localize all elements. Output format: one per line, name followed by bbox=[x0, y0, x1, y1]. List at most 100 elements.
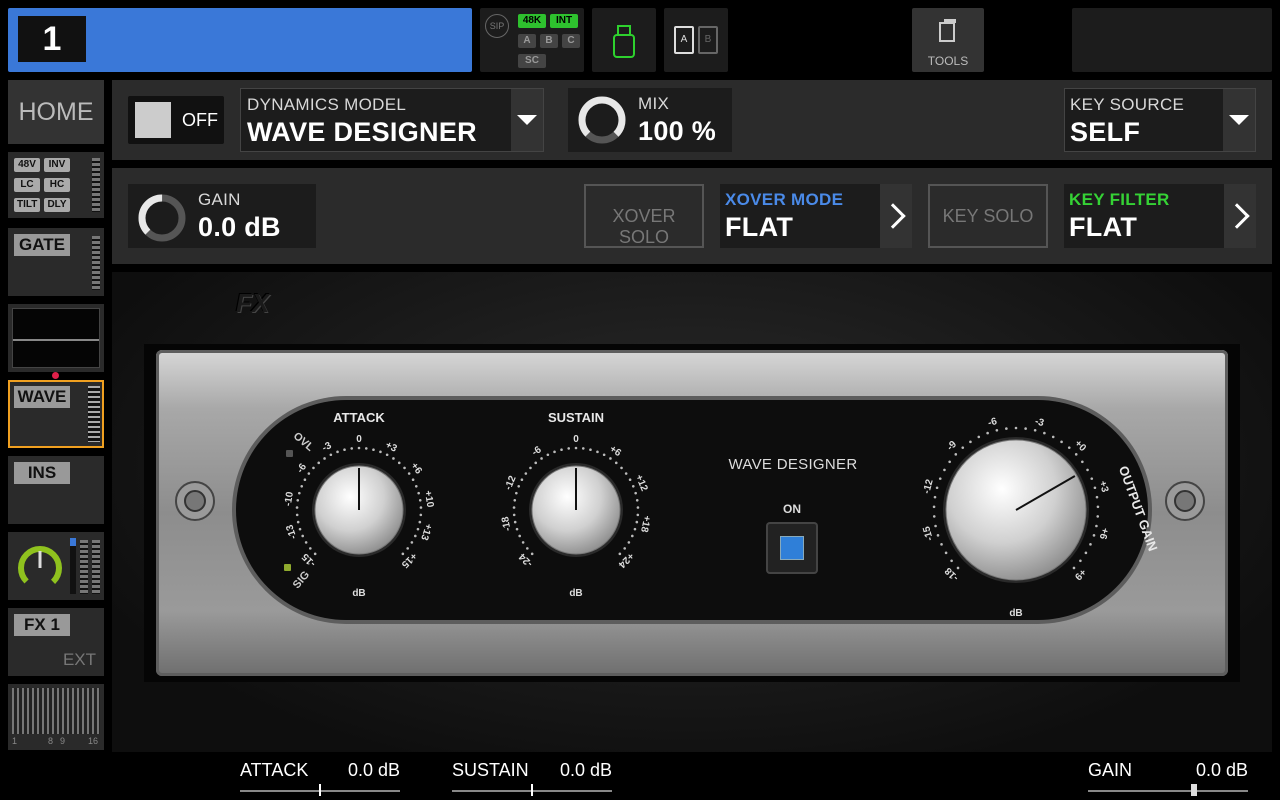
preamp-block[interactable]: 48V INV LC HC TILT DLY bbox=[8, 152, 104, 218]
comp-meter-b bbox=[80, 540, 88, 594]
usb-panel[interactable] bbox=[592, 8, 656, 72]
eq-flat-line bbox=[13, 339, 99, 341]
output-scale-dot bbox=[1074, 453, 1078, 456]
comp-block[interactable] bbox=[8, 532, 104, 600]
on-led bbox=[780, 536, 804, 560]
ins-block[interactable]: INS bbox=[8, 456, 104, 524]
attack-scale-dot bbox=[403, 466, 406, 470]
output-scale-dot bbox=[1093, 486, 1097, 490]
key-source-dropdown-button[interactable] bbox=[1223, 89, 1255, 151]
sustain-scale-dot bbox=[574, 446, 578, 450]
attack-scale-dot bbox=[312, 466, 315, 470]
badge-lc: LC bbox=[14, 178, 40, 192]
on-label: ON bbox=[783, 502, 801, 516]
sustain-scale-dot bbox=[618, 552, 622, 556]
card-a-icon: A bbox=[674, 26, 694, 54]
gate-block[interactable]: GATE bbox=[8, 228, 104, 296]
sustain-tick-label: -6 bbox=[530, 444, 544, 458]
output-gain-knob-group: -18-15-12-9-6 -3+0+3+6+9dBOUTPUT GAIN bbox=[921, 416, 1160, 619]
tools-label: TOOLS bbox=[927, 54, 969, 68]
bottom-attack-encoder[interactable]: ATTACK 0.0 dB bbox=[240, 756, 400, 798]
bottom-attack-indicator bbox=[319, 784, 321, 796]
xover-mode-next-button[interactable] bbox=[880, 184, 912, 248]
output-tick-label: +6 bbox=[1097, 526, 1111, 540]
output-scale-dot bbox=[1089, 543, 1092, 546]
home-button[interactable]: HOME bbox=[8, 80, 104, 144]
attack-scale-dot bbox=[298, 527, 302, 531]
output-scale-dot bbox=[950, 559, 953, 563]
toggle-square bbox=[135, 102, 171, 138]
key-filter-value: FLAT bbox=[1069, 212, 1138, 242]
wave-block[interactable]: WAVE bbox=[8, 380, 104, 448]
attack-tick-label: -6 bbox=[295, 461, 309, 475]
sustain-tick-label: +18 bbox=[638, 514, 652, 533]
sustain-scale-dot bbox=[631, 484, 635, 488]
bus-sends-block[interactable]: 1 8 9 16 bbox=[8, 684, 104, 750]
card-slots-panel[interactable]: A B bbox=[664, 8, 728, 72]
attack-tick-label: +13 bbox=[418, 522, 434, 542]
output-scale-dot bbox=[935, 486, 939, 490]
output-scale-dot bbox=[1081, 460, 1084, 464]
attack-tick-label: 0 bbox=[356, 434, 362, 445]
sustain-scale-dot bbox=[623, 547, 626, 550]
attack-scale-dot bbox=[304, 541, 308, 544]
sustain-scale-dot bbox=[614, 461, 618, 465]
output-name-label: OUTPUT GAIN bbox=[1116, 464, 1161, 553]
key-filter-next-button[interactable] bbox=[1224, 184, 1256, 248]
output-unit-label: dB bbox=[1009, 608, 1022, 619]
bottom-sustain-value: 0.0 dB bbox=[559, 760, 612, 780]
mix-label: MIX bbox=[638, 94, 670, 113]
model-dropdown-button[interactable] bbox=[511, 89, 543, 151]
mix-control[interactable]: MIX 100 % bbox=[568, 88, 732, 152]
attack-scale-dot bbox=[295, 513, 299, 517]
bottom-sustain-encoder[interactable]: SUSTAIN 0.0 dB bbox=[452, 756, 612, 798]
badge-48v: 48V bbox=[14, 158, 40, 172]
xover-solo-button[interactable]: XOVER SOLO bbox=[584, 184, 704, 248]
attack-scale-dot bbox=[336, 450, 339, 454]
sustain-scale-dot bbox=[624, 472, 628, 475]
attack-scale-dot bbox=[364, 447, 368, 450]
sustain-scale-dot bbox=[634, 491, 637, 495]
output-scale-dot bbox=[1084, 551, 1088, 555]
output-scale-dot bbox=[961, 446, 965, 449]
chevron-right-icon bbox=[880, 203, 906, 229]
attack-scale-dot bbox=[411, 478, 415, 482]
attack-scale-dot bbox=[372, 448, 375, 452]
dynamics-model-selector[interactable]: DYNAMICS MODEL WAVE DESIGNER bbox=[240, 88, 544, 152]
scene-panel[interactable] bbox=[1072, 8, 1272, 72]
xover-mode-label: XOVER MODE bbox=[725, 190, 844, 209]
key-filter-label: KEY FILTER bbox=[1069, 190, 1170, 209]
gain-knob[interactable] bbox=[132, 186, 192, 246]
key-solo-button[interactable]: KEY SOLO bbox=[928, 184, 1048, 248]
bottom-gain-encoder[interactable]: GAIN 0.0 dB bbox=[1088, 756, 1248, 798]
output-scale-dot bbox=[940, 543, 943, 546]
attack-tick-label: +6 bbox=[408, 461, 424, 477]
sustain-tick-label: +12 bbox=[633, 473, 650, 493]
channel-name-bar[interactable]: 1 bbox=[8, 8, 472, 72]
home-label: HOME bbox=[18, 98, 94, 126]
plugin-on-button[interactable] bbox=[766, 522, 818, 574]
mix-knob[interactable] bbox=[572, 90, 632, 150]
dynamics-on-toggle[interactable]: OFF bbox=[128, 96, 224, 144]
fx-block[interactable]: FX 1 EXT bbox=[8, 608, 104, 676]
key-source-selector[interactable]: KEY SOURCE SELF bbox=[1064, 88, 1256, 152]
plugin-view: FX -15 -13 -10 -6 -3 0 +3 +6 +10 +13 +15 dB ATTACK -… bbox=[112, 272, 1272, 752]
key-solo-label: KEY SOLO bbox=[942, 206, 1034, 226]
sustain-unit-label: dB bbox=[569, 588, 582, 599]
output-scale-dot bbox=[934, 524, 937, 528]
attack-scale-dot bbox=[414, 484, 418, 488]
badge-hc: HC bbox=[44, 178, 70, 192]
gain-control[interactable]: GAIN 0.0 dB bbox=[128, 184, 316, 248]
tools-button[interactable]: TOOLS bbox=[912, 8, 984, 72]
xover-mode-selector[interactable]: XOVER MODE FLAT bbox=[720, 184, 912, 248]
bus-scale-1: 1 bbox=[12, 736, 18, 746]
sync-status-panel[interactable]: SIP 48K INT A B C SC bbox=[480, 8, 584, 72]
channel-number: 1 bbox=[18, 16, 86, 62]
eq-block[interactable] bbox=[8, 304, 104, 372]
key-filter-selector[interactable]: KEY FILTER FLAT bbox=[1064, 184, 1256, 248]
sustain-scale-dot bbox=[517, 484, 521, 488]
output-scale-dot bbox=[1086, 468, 1089, 472]
sustain-scale-dot bbox=[602, 453, 606, 457]
sustain-tick-label: -18 bbox=[500, 515, 514, 532]
output-scale-dot bbox=[1067, 446, 1071, 449]
